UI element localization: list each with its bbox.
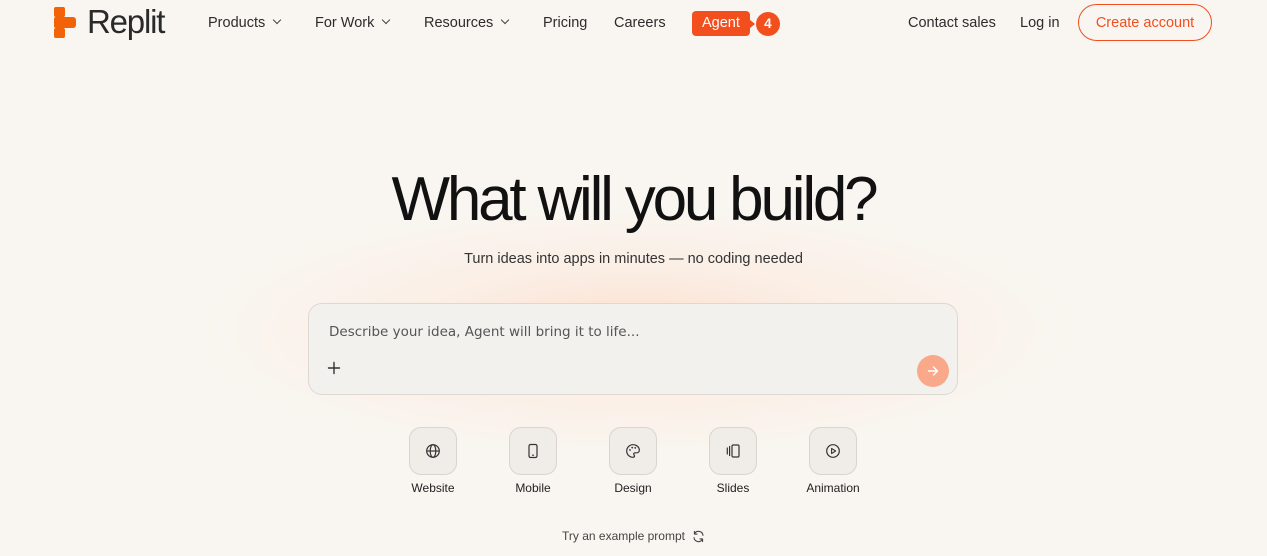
category-design-tile [609, 427, 657, 475]
category-slides[interactable]: Slides [693, 427, 773, 495]
nav-contact-sales-label: Contact sales [908, 15, 996, 31]
top-navigation: Replit Products For Work Resources Prici… [0, 0, 1267, 46]
brand-name: Replit [87, 3, 165, 40]
prompt-box [308, 303, 958, 395]
refresh-icon [693, 530, 704, 542]
example-prompt-link[interactable]: Try an example prompt [0, 529, 1267, 543]
example-prompt-label: Try an example prompt [562, 529, 685, 543]
category-animation[interactable]: Animation [793, 427, 873, 495]
category-label: Website [411, 481, 455, 495]
category-design[interactable]: Design [593, 427, 673, 495]
category-label: Design [614, 481, 652, 495]
category-website[interactable]: Website [393, 427, 473, 495]
globe-icon [426, 444, 440, 458]
nav-agent[interactable]: Agent 4 [692, 10, 780, 37]
replit-logo[interactable]: Replit [54, 3, 165, 40]
slides-icon [726, 444, 740, 458]
category-label: Animation [806, 481, 860, 495]
nav-careers-label: Careers [614, 15, 666, 31]
category-website-tile [409, 427, 457, 475]
category-label: Mobile [515, 481, 551, 495]
send-button[interactable] [917, 355, 949, 387]
attach-plus-button[interactable] [325, 360, 343, 378]
page-title: What will you build? [391, 165, 879, 234]
nav-contact-sales[interactable]: Contact sales [908, 12, 996, 34]
agent-pill: Agent [692, 11, 755, 36]
chevron-down-icon [501, 17, 509, 25]
nav-resources-label: Resources [424, 15, 494, 31]
category-mobile-tile [509, 427, 557, 475]
nav-resources[interactable]: Resources [424, 12, 509, 34]
category-row: Website Mobile Design Slides Animation [0, 427, 1267, 507]
category-label: Slides [716, 481, 750, 495]
plus-icon [327, 361, 341, 375]
nav-careers[interactable]: Careers [614, 12, 666, 34]
nav-products-label: Products [208, 15, 266, 31]
category-animation-tile [809, 427, 857, 475]
chevron-down-icon [382, 17, 390, 25]
play-circle-icon [826, 444, 840, 458]
nav-products[interactable]: Products [208, 12, 281, 34]
arrow-right-icon [927, 366, 939, 376]
phone-icon [528, 443, 538, 459]
chevron-down-icon [273, 17, 281, 25]
palette-icon [626, 444, 640, 458]
category-mobile[interactable]: Mobile [493, 427, 573, 495]
nav-for-work[interactable]: For Work [315, 12, 390, 34]
replit-logo-icon [54, 6, 76, 38]
prompt-input[interactable] [329, 321, 929, 343]
nav-pricing-label: Pricing [543, 15, 588, 31]
page-subtitle: Turn ideas into apps in minutes — no cod… [464, 251, 803, 267]
nav-log-in[interactable]: Log in [1020, 12, 1060, 34]
category-slides-tile [709, 427, 757, 475]
agent-count-badge: 4 [755, 11, 780, 36]
nav-log-in-label: Log in [1020, 15, 1060, 31]
create-account-button[interactable]: Create account [1078, 4, 1212, 41]
nav-pricing[interactable]: Pricing [543, 12, 587, 34]
nav-for-work-label: For Work [315, 15, 375, 31]
